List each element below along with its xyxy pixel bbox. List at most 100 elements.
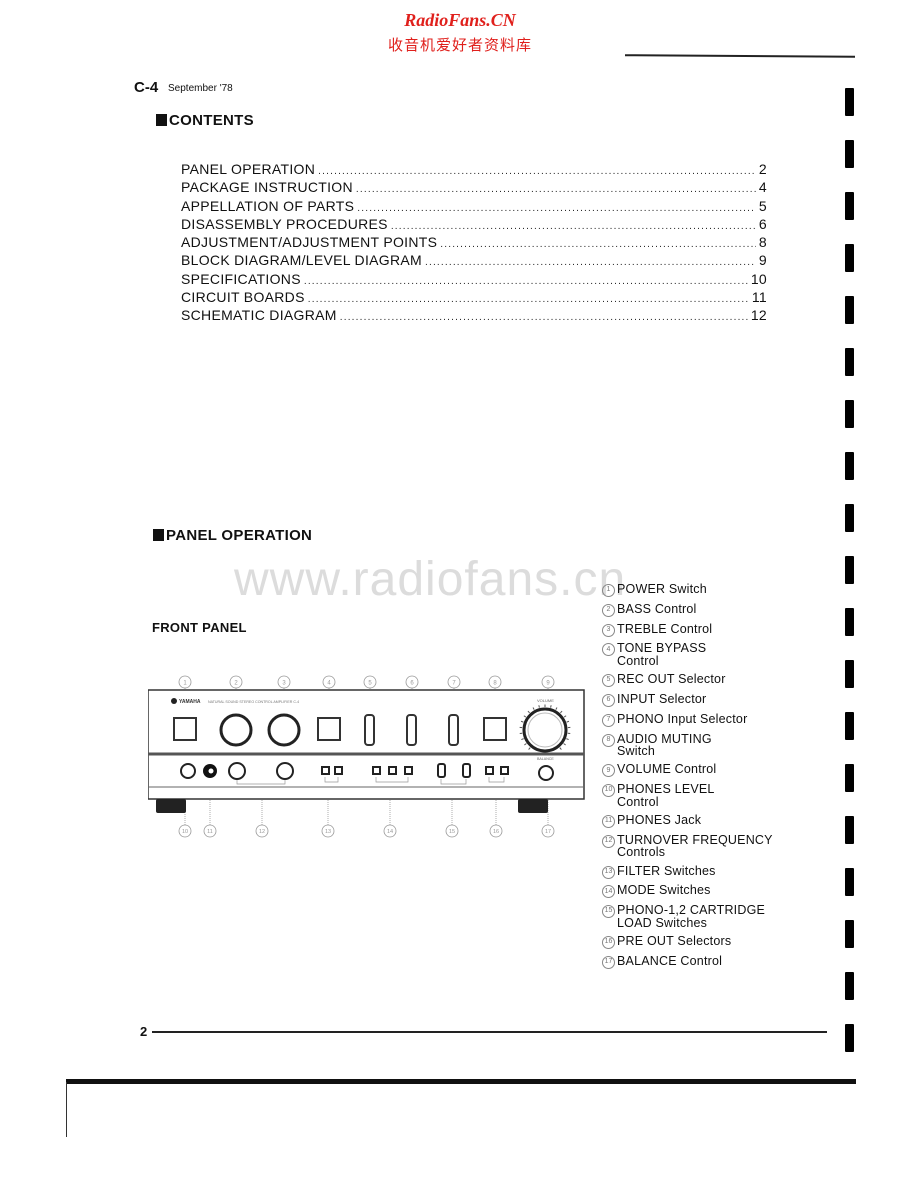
legend-item: 17 BALANCE Control <box>602 955 792 969</box>
callout-number: 12 <box>259 829 265 835</box>
toc-leader-dots: ........................................… <box>355 184 756 196</box>
callout-number: 15 <box>449 829 455 835</box>
legend-item: 5 REC OUT Selector <box>602 672 792 688</box>
callout-number: 9 <box>546 681 550 687</box>
callout-number-icon: 3 <box>602 623 615 637</box>
legend-item-text: PHONES Jack <box>617 812 702 827</box>
contents-heading-text: CONTENTS <box>169 112 254 129</box>
toc-entry-title: APPELLATION OF PARTS <box>181 197 355 214</box>
toc-leader-dots: ........................................… <box>307 294 749 306</box>
panel-parts-legend: 1 POWER Switch 2 BASS Control 3 TREBLE Contro… <box>602 583 792 975</box>
square-bullet-icon <box>153 529 164 541</box>
panel-volume-label: VOLUME <box>537 698 554 703</box>
index-tab-mark <box>845 816 854 844</box>
mode-switch-1 <box>372 766 381 775</box>
square-bullet-icon <box>156 114 167 126</box>
toc-entry[interactable]: SCHEMATIC DIAGRAM.......................… <box>181 307 767 325</box>
input-selector <box>406 714 417 746</box>
toc-entry-title: SCHEMATIC DIAGRAM <box>181 307 337 324</box>
front-panel-heading: FRONT PANEL <box>152 620 247 635</box>
index-tab-mark <box>845 608 854 636</box>
footer-rule <box>152 1031 827 1033</box>
toc-entry[interactable]: BLOCK DIAGRAM/LEVEL DIAGRAM.............… <box>181 252 767 270</box>
power-switch <box>173 717 197 741</box>
toc-entry[interactable]: PANEL OPERATION.........................… <box>181 161 767 179</box>
contents-heading: CONTENTS <box>156 112 254 129</box>
model-number: C-4 <box>134 79 159 96</box>
toc-entry[interactable]: CIRCUIT BOARDS..........................… <box>181 289 767 307</box>
toc-entry-page: 2 <box>758 161 767 177</box>
balance-knob <box>538 765 554 781</box>
panel-model-line: NATURAL SOUND STEREO CONTROL AMPLIFIER C… <box>208 700 299 704</box>
index-tab-mark <box>845 452 854 480</box>
index-tab-mark <box>845 1024 854 1052</box>
table-of-contents: PANEL OPERATION.........................… <box>181 161 767 326</box>
legend-item: 1 POWER Switch <box>602 583 792 597</box>
index-tab-mark <box>845 400 854 428</box>
index-tab-mark <box>845 140 854 168</box>
callout-number: 5 <box>368 681 372 687</box>
callout-number: 2 <box>234 681 238 687</box>
left-foot <box>156 799 186 813</box>
legend-item: 15 PHONO-1,2 CARTRIDGE LOAD Switches <box>602 904 792 929</box>
volume-tick <box>538 705 540 708</box>
index-tab-mark <box>845 192 854 220</box>
legend-item-text: TURNOVER FREQUENCY Controls <box>617 832 773 860</box>
legend-item-text: TONE BYPASS Control <box>617 641 707 668</box>
legend-item: 4 TONE BYPASS Control <box>602 642 792 667</box>
toc-leader-dots: ........................................… <box>440 239 756 251</box>
mode-switch-2 <box>388 766 397 775</box>
callout-number-icon: 7 <box>602 713 615 727</box>
index-tab-mark <box>845 244 854 272</box>
callout-number: 7 <box>452 681 456 687</box>
index-tab-mark <box>845 712 854 740</box>
toc-entry-title: BLOCK DIAGRAM/LEVEL DIAGRAM <box>181 252 422 269</box>
legend-item: 11 PHONES Jack <box>602 814 792 828</box>
toc-entry-page: 4 <box>758 179 767 196</box>
watermark-url: www.radiofans.cn <box>234 553 627 606</box>
toc-entry-title: ADJUSTMENT/ADJUSTMENT POINTS <box>181 234 438 251</box>
toc-entry-page: 8 <box>758 234 767 251</box>
right-foot <box>518 799 548 813</box>
toc-entry[interactable]: DISASSEMBLY PROCEDURES..................… <box>181 216 767 234</box>
index-tab-mark <box>845 348 854 376</box>
callout-number: 13 <box>325 829 331 835</box>
toc-entry[interactable]: SPECIFICATIONS..........................… <box>181 271 767 289</box>
toc-entry-title: CIRCUIT BOARDS <box>181 289 305 306</box>
callout-number: 17 <box>545 829 551 835</box>
legend-item: 6 INPUT Selector <box>602 693 792 707</box>
index-tab-mark <box>845 920 854 948</box>
toc-entry-page: 9 <box>758 252 767 269</box>
legend-item-text: POWER Switch <box>617 582 707 596</box>
index-tab-mark <box>845 88 854 116</box>
legend-item-text: PHONES LEVEL Control <box>617 782 715 809</box>
legend-item: 13 FILTER Switches <box>602 864 792 879</box>
legend-item: 8 AUDIO MUTING Switch <box>602 732 792 758</box>
panel-brand: YAMAHA <box>179 699 201 705</box>
callout-number-icon: 11 <box>602 814 615 828</box>
legend-item-text: REC OUT Selector <box>617 672 726 687</box>
legend-item-text: VOLUME Control <box>617 762 717 777</box>
pre-out-switch-1 <box>485 766 494 775</box>
turnover-treble-knob <box>276 762 294 780</box>
toc-entry-title: SPECIFICATIONS <box>181 270 301 287</box>
front-panel-diagram: 123456789 10 11 12 13 14 15 16 17 YAMAHA NATURA… <box>147 668 588 848</box>
callout-number-icon: 17 <box>602 955 615 969</box>
toc-entry-page: 10 <box>750 270 767 287</box>
toc-leader-dots: ........................................… <box>357 202 756 214</box>
callout-number: 11 <box>207 829 213 835</box>
callout-number-icon: 1 <box>602 584 615 597</box>
callout-number: 1 <box>183 681 187 687</box>
filter-switch-low <box>321 766 330 775</box>
treble-knob <box>267 713 301 747</box>
index-tab-mark <box>845 868 854 896</box>
callout-number: 16 <box>493 829 499 835</box>
volume-tick <box>550 705 552 708</box>
legend-item-text: MODE Switches <box>617 883 711 898</box>
toc-leader-dots: ........................................… <box>303 275 748 287</box>
watermark-site-title: RadioFans.CN <box>404 10 516 30</box>
toc-entry[interactable]: ADJUSTMENT/ADJUSTMENT POINTS............… <box>181 234 767 252</box>
toc-entry[interactable]: APPELLATION OF PARTS....................… <box>181 198 767 216</box>
callout-number: 4 <box>327 681 331 687</box>
toc-entry[interactable]: PACKAGE INSTRUCTION.....................… <box>181 179 767 197</box>
